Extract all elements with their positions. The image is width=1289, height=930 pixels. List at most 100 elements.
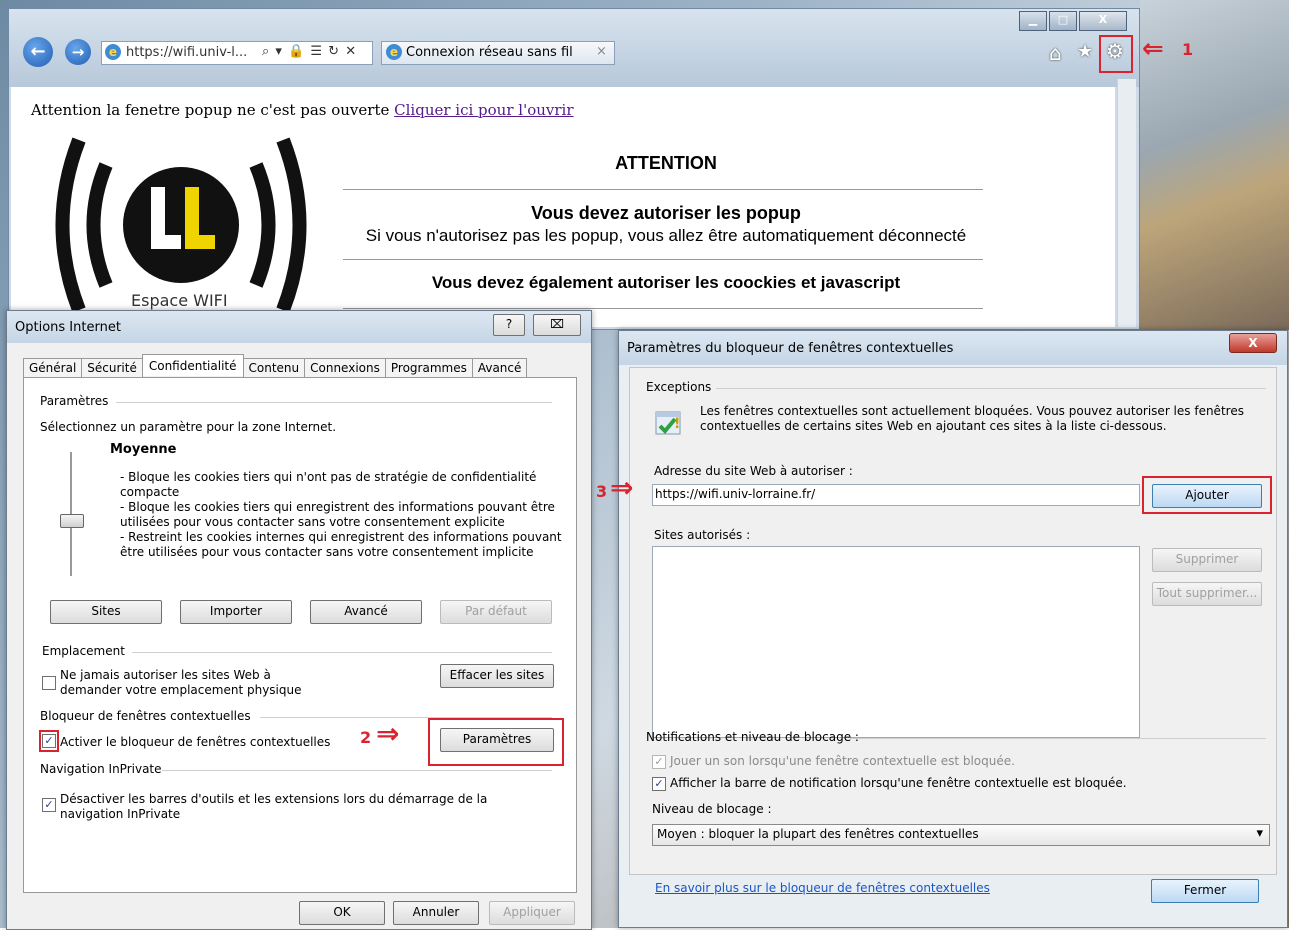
maximize-button[interactable]: □ bbox=[1049, 11, 1077, 31]
dialog-close-button[interactable]: ⌧ bbox=[533, 314, 581, 336]
address-bar[interactable]: e https://wifi.univ-l... ⌕ ▾ 🔒 ☰ ↻ ✕ bbox=[101, 41, 373, 65]
back-arrow-icon: ← bbox=[30, 41, 46, 62]
clear-sites-button[interactable]: Effacer les sites bbox=[440, 664, 554, 688]
browser-tab[interactable]: e Connexion réseau sans fil × bbox=[381, 41, 615, 65]
logo-caption: Espace WIFI bbox=[131, 291, 228, 310]
svg-text:!: ! bbox=[674, 416, 680, 432]
address-input-value: https://wifi.univ-lorraine.fr/ bbox=[655, 487, 816, 501]
tools-gear-icon[interactable]: ⚙ bbox=[1106, 39, 1124, 63]
apply-button[interactable]: Appliquer bbox=[489, 901, 575, 925]
exceptions-info-line: Les fenêtres contextuelles sont actuelle… bbox=[700, 404, 1244, 418]
privacy-slider-thumb[interactable] bbox=[60, 514, 84, 528]
remove-button[interactable]: Supprimer bbox=[1152, 548, 1262, 572]
advanced-button[interactable]: Avancé bbox=[310, 600, 422, 624]
cancel-button[interactable]: Annuler bbox=[393, 901, 479, 925]
blocking-level-value: Moyen : bloquer la plupart des fenêtres … bbox=[657, 827, 979, 841]
popup-blocker-group-label: Bloqueur de fenêtres contextuelles bbox=[40, 709, 251, 723]
inprivate-checkbox-label: navigation InPrivate bbox=[60, 807, 181, 821]
tab-content[interactable]: Contenu bbox=[242, 358, 306, 377]
popup-blocker-settings-dialog: Paramètres du bloqueur de fenêtres conte… bbox=[596, 330, 1288, 928]
ie-page-icon: e bbox=[105, 44, 121, 60]
favorites-icon[interactable]: ★ bbox=[1077, 41, 1093, 62]
dialog-close-button[interactable]: X bbox=[1229, 333, 1277, 353]
address-input[interactable]: https://wifi.univ-lorraine.fr/ bbox=[652, 484, 1140, 506]
address-url: https://wifi.univ-l... bbox=[126, 45, 248, 60]
ok-button[interactable]: OK bbox=[299, 901, 385, 925]
divider bbox=[343, 259, 983, 260]
dialog-body: Exceptions ! Les fenêtres contextuelles … bbox=[596, 367, 1277, 875]
arrow-2-icon: ⇒ bbox=[376, 717, 400, 750]
popup-blocker-checkbox-label: Activer le bloqueur de fenêtres contextu… bbox=[60, 735, 331, 749]
import-button[interactable]: Importer bbox=[180, 600, 292, 624]
back-button[interactable]: ← bbox=[23, 37, 53, 67]
popup-settings-button[interactable]: Paramètres bbox=[440, 728, 554, 752]
level-desc-line: - Bloque les cookies tiers qui enregistr… bbox=[120, 500, 555, 514]
tab-privacy[interactable]: Confidentialité bbox=[141, 354, 244, 376]
group-divider bbox=[116, 402, 552, 403]
tab-advanced[interactable]: Avancé bbox=[471, 358, 528, 377]
group-divider bbox=[716, 388, 1266, 389]
privacy-tab-panel: Paramètres Sélectionnez un paramètre pou… bbox=[23, 377, 577, 893]
cookies-requirement: Vous devez également autoriser les coock… bbox=[431, 273, 901, 292]
address-label: Adresse du site Web à autoriser : bbox=[654, 464, 853, 478]
exceptions-group-label: Exceptions bbox=[646, 380, 712, 394]
sites-button[interactable]: Sites bbox=[50, 600, 162, 624]
add-button[interactable]: Ajouter bbox=[1152, 484, 1262, 508]
blocking-level-select[interactable]: Moyen : bloquer la plupart des fenêtres … bbox=[652, 824, 1270, 846]
open-popup-link[interactable]: Cliquer ici pour l'ouvrir bbox=[394, 101, 573, 119]
popup-requirement: Vous devez autoriser les popup bbox=[531, 203, 801, 223]
location-checkbox[interactable] bbox=[42, 676, 56, 690]
home-icon[interactable]: ⌂ bbox=[1049, 41, 1062, 65]
location-checkbox-label: demander votre emplacement physique bbox=[60, 683, 302, 697]
popup-blocker-checkbox[interactable]: ✓ bbox=[42, 734, 56, 748]
dialog-titlebar: Options Internet ? ⌧ bbox=[7, 311, 591, 343]
group-divider bbox=[850, 738, 1266, 739]
learn-more-link[interactable]: En savoir plus sur le bloqueur de fenêtr… bbox=[655, 881, 990, 895]
popup-warning: Attention la fenetre popup ne c'est pas … bbox=[31, 101, 574, 119]
help-button[interactable]: ? bbox=[493, 314, 525, 336]
allowed-sites-list[interactable] bbox=[652, 546, 1140, 738]
arrow-1-icon: ⇐ bbox=[1142, 34, 1164, 64]
group-divider bbox=[132, 652, 552, 653]
inprivate-checkbox[interactable]: ✓ bbox=[42, 798, 56, 812]
default-button[interactable]: Par défaut bbox=[440, 600, 552, 624]
browser-chrome: ▁ □ X ← → e https://wifi.univ-l... ⌕ ▾ 🔒… bbox=[9, 9, 1139, 87]
web-page: Attention la fenetre popup ne c'est pas … bbox=[11, 87, 1115, 327]
page-scrollbar[interactable] bbox=[1117, 79, 1136, 327]
blocking-level-label: Niveau de blocage : bbox=[652, 802, 772, 816]
popup-warning-text: Attention la fenetre popup ne c'est pas … bbox=[31, 101, 390, 119]
tab-connections[interactable]: Connexions bbox=[304, 358, 386, 377]
window-close-button[interactable]: X bbox=[1079, 11, 1127, 31]
popup-consequence: Si vous n'autorisez pas les popup, vous … bbox=[365, 226, 967, 245]
divider bbox=[343, 189, 983, 190]
tab-security[interactable]: Sécurité bbox=[81, 358, 143, 377]
chevron-down-icon: ▾ bbox=[1256, 826, 1263, 841]
minimize-button[interactable]: ▁ bbox=[1019, 11, 1047, 31]
dialog-titlebar: Paramètres du bloqueur de fenêtres conte… bbox=[619, 331, 1287, 365]
options-tab-strip: Général Sécurité Confidentialité Contenu Con… bbox=[23, 354, 528, 378]
inprivate-checkbox-label: Désactiver les barres d'outils et les ex… bbox=[60, 792, 488, 806]
level-desc-line: être utilisées pour vous contacter sans … bbox=[120, 545, 534, 559]
close-dialog-button[interactable]: Fermer bbox=[1151, 879, 1259, 903]
tab-general[interactable]: Général bbox=[23, 358, 83, 377]
remove-all-button[interactable]: Tout supprimer... bbox=[1152, 582, 1262, 606]
forward-button[interactable]: → bbox=[65, 39, 91, 65]
info-shield-icon: ! bbox=[652, 406, 686, 440]
location-checkbox-label: Ne jamais autoriser les sites Web à bbox=[60, 668, 271, 682]
zone-instruction: Sélectionnez un paramètre pour la zone I… bbox=[40, 420, 337, 434]
tab-close-icon[interactable]: × bbox=[596, 44, 607, 59]
tab-title: Connexion réseau sans fil bbox=[406, 45, 573, 60]
level-desc-line: - Bloque les cookies tiers qui n'ont pas… bbox=[120, 470, 537, 484]
dialog-title: Paramètres du bloqueur de fenêtres conte… bbox=[627, 341, 954, 356]
tab-programs[interactable]: Programmes bbox=[384, 358, 473, 377]
tab-favicon-icon: e bbox=[386, 44, 402, 60]
address-bar-icons[interactable]: ⌕ ▾ 🔒 ☰ ↻ ✕ bbox=[262, 44, 357, 59]
settings-group-label: Paramètres bbox=[40, 394, 109, 408]
step-marker-1: 1 bbox=[1182, 40, 1194, 59]
play-sound-checkbox[interactable]: ✓ bbox=[652, 755, 666, 769]
notifications-group-label: Notifications et niveau de blocage : bbox=[646, 730, 859, 744]
level-desc-line: - Restreint les cookies internes qui enr… bbox=[120, 530, 562, 544]
inprivate-group-label: Navigation InPrivate bbox=[40, 762, 162, 776]
divider bbox=[343, 308, 983, 309]
notification-bar-checkbox[interactable]: ✓ bbox=[652, 777, 666, 791]
